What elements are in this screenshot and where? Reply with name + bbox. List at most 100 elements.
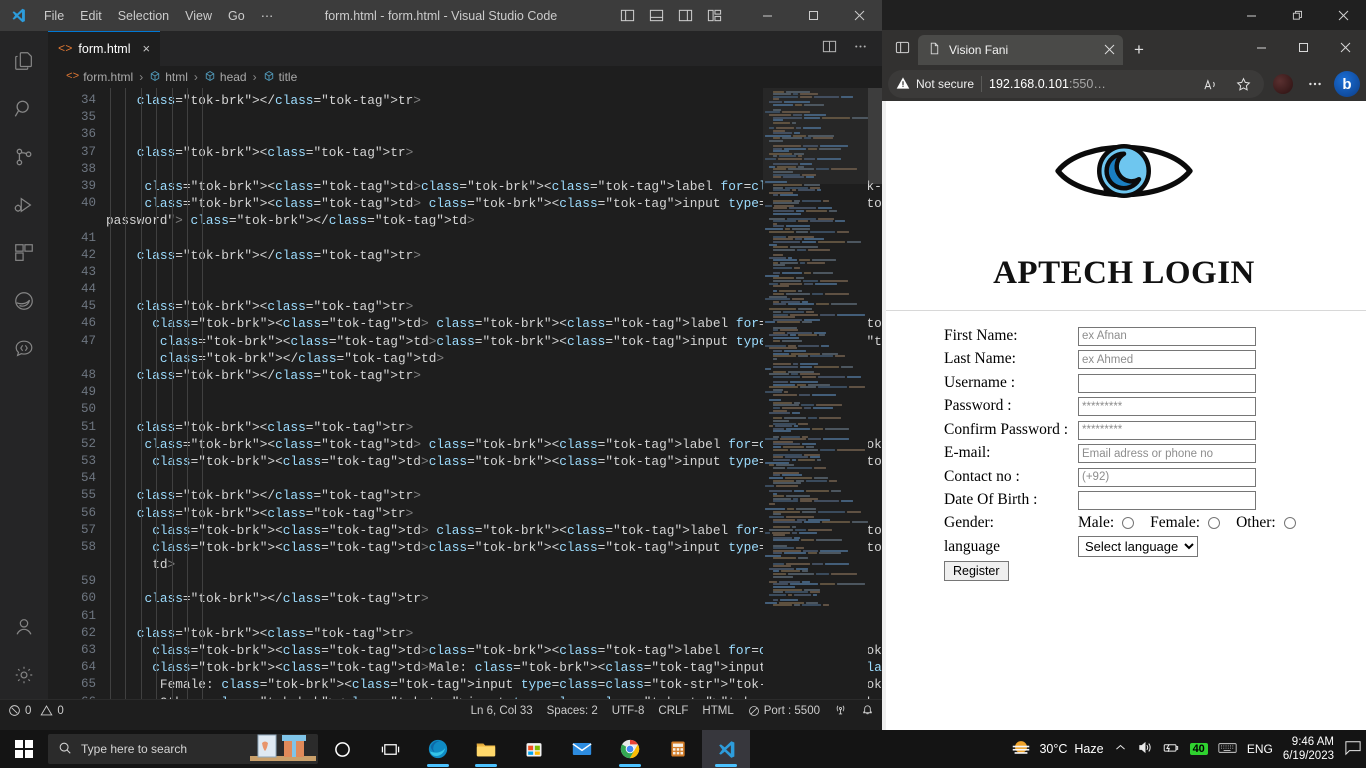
address-bar[interactable]: Not secure 192.168.0.101:550… [888,70,1264,98]
input-e-mail[interactable] [1078,444,1256,463]
close-tab-icon[interactable] [1104,43,1115,58]
customize-layout-icon[interactable] [707,8,722,23]
new-tab-button[interactable]: + [1123,35,1155,65]
outer-restore-button[interactable] [1274,0,1320,30]
breadcrumb-item-title[interactable]: title [263,70,297,85]
vscode-close-button[interactable] [836,0,882,31]
browser-close-button[interactable] [1324,30,1366,65]
status-language-mode[interactable]: HTML [702,705,733,717]
menu-selection[interactable]: Selection [110,5,177,27]
page-file-icon [928,42,941,58]
volume-icon[interactable] [1137,740,1152,758]
input-username[interactable] [1078,373,1256,393]
keyboard-icon[interactable] [1218,741,1237,758]
outer-minimize-button[interactable] [1228,0,1274,30]
sidebar-item-source-control[interactable] [0,133,48,181]
vscode-maximize-button[interactable] [790,0,836,31]
url-text[interactable]: 192.168.0.101:550… [989,77,1106,91]
input-contact-no[interactable] [1078,467,1256,487]
menu-file[interactable]: File [36,5,72,27]
language-indicator[interactable]: ENG [1247,742,1273,756]
outer-close-button[interactable] [1320,0,1366,30]
file-explorer-icon[interactable] [462,730,510,768]
vscode-icon[interactable] [702,730,750,768]
input-first-name[interactable] [1078,326,1256,346]
clock[interactable]: 9:46 AM 6/19/2023 [1283,735,1334,763]
show-hidden-icons-chevron-up-icon[interactable] [1114,741,1127,757]
start-button[interactable] [0,730,48,768]
mail-icon[interactable] [558,730,606,768]
sidebar-item-explorer[interactable] [0,37,48,85]
vscode-title-actions [620,0,882,31]
account-icon[interactable] [0,603,48,651]
cortana-icon[interactable] [318,730,366,768]
notification-center-icon[interactable] [1344,740,1362,759]
input-last-name[interactable] [1078,350,1256,369]
breadcrumb[interactable]: <> form.html › html › head › title [48,66,882,88]
star-icon[interactable] [1230,76,1256,92]
input-date-of-birth[interactable] [1078,491,1256,510]
status-live-server-port[interactable]: Port : 5500 [748,705,820,717]
toggle-primary-sidebar-icon[interactable] [620,8,635,23]
breadcrumb-item-file[interactable]: <> form.html [66,70,133,84]
breadcrumb-item-html[interactable]: html [149,70,188,85]
task-view-icon[interactable] [366,730,414,768]
select-language[interactable]: Select language [1078,536,1198,557]
toggle-secondary-sidebar-icon[interactable] [678,8,693,23]
radio-gender-male[interactable] [1122,517,1135,529]
browser-tab[interactable]: Vision Fani [918,35,1123,65]
chrome-icon[interactable] [606,730,654,768]
url-host: 192.168.0.101 [989,77,1069,91]
status-problems[interactable]: 0 0 [8,704,64,717]
bing-copilot-icon[interactable]: b [1334,71,1360,97]
battery-charging-icon[interactable] [1162,740,1180,758]
toggle-panel-icon[interactable] [649,8,664,23]
menu-edit[interactable]: Edit [72,5,110,27]
sidebar-item-edge-devtools[interactable] [0,277,48,325]
search-input[interactable]: Type here to search [48,734,318,764]
status-indentation[interactable]: Spaces: 2 [547,705,598,717]
microsoft-store-icon[interactable] [510,730,558,768]
browser-minimize-button[interactable] [1240,30,1282,65]
browser-maximize-button[interactable] [1282,30,1324,65]
editor-scrollbar[interactable] [868,88,882,184]
vscode-minimize-button[interactable] [744,0,790,31]
sidebar-item-run-and-debug[interactable] [0,181,48,229]
vscode-menu-bar[interactable]: File Edit Selection View Go ⋯ [36,4,281,27]
ellipsis-icon[interactable] [1302,76,1328,92]
sidebar-item-extensions[interactable] [0,229,48,277]
sidebar-item-live-share[interactable] [0,325,48,373]
menu-go[interactable]: Go [220,5,253,27]
register-button[interactable]: Register [944,561,1009,581]
breadcrumb-item-head[interactable]: head [204,70,247,85]
tab-actions-menu-icon[interactable] [886,30,918,65]
editor-tab-form-html[interactable]: <> form.html × [48,31,162,66]
status-cursor-position[interactable]: Ln 6, Col 33 [471,705,533,717]
sidebar-item-search[interactable] [0,85,48,133]
edge-icon[interactable] [414,730,462,768]
menu-more[interactable]: ⋯ [253,4,282,27]
close-icon[interactable]: × [143,41,151,56]
input-confirm-password[interactable] [1078,420,1256,440]
more-actions-icon[interactable] [847,36,874,62]
battery-percentage[interactable]: 40 [1189,743,1208,755]
radio-gender-female[interactable] [1208,517,1221,529]
status-encoding[interactable]: UTF-8 [612,705,645,717]
menu-view[interactable]: View [177,5,220,27]
settings-gear-icon[interactable] [0,651,48,699]
line-number [48,556,96,573]
minimap-line [763,386,868,389]
status-eol[interactable]: CRLF [658,705,688,717]
status-badge[interactable]: Not secure [896,76,974,93]
calculator-icon[interactable] [654,730,702,768]
profile-avatar[interactable] [1270,74,1296,94]
read-aloud-icon[interactable] [1197,77,1223,92]
minimap[interactable] [763,88,868,699]
weather-widget[interactable]: 30°C Haze [1010,737,1104,762]
bell-icon[interactable] [861,703,874,719]
input-password[interactable] [1078,397,1256,416]
split-editor-icon[interactable] [816,36,843,62]
radio-tower-icon[interactable] [834,703,847,719]
radio-gender-other[interactable] [1283,517,1296,529]
code-editor[interactable]: 34 35 36 37 38 39 40 41 42 43 44 45 46 47 48 49 50 51 52 53… [48,88,882,699]
